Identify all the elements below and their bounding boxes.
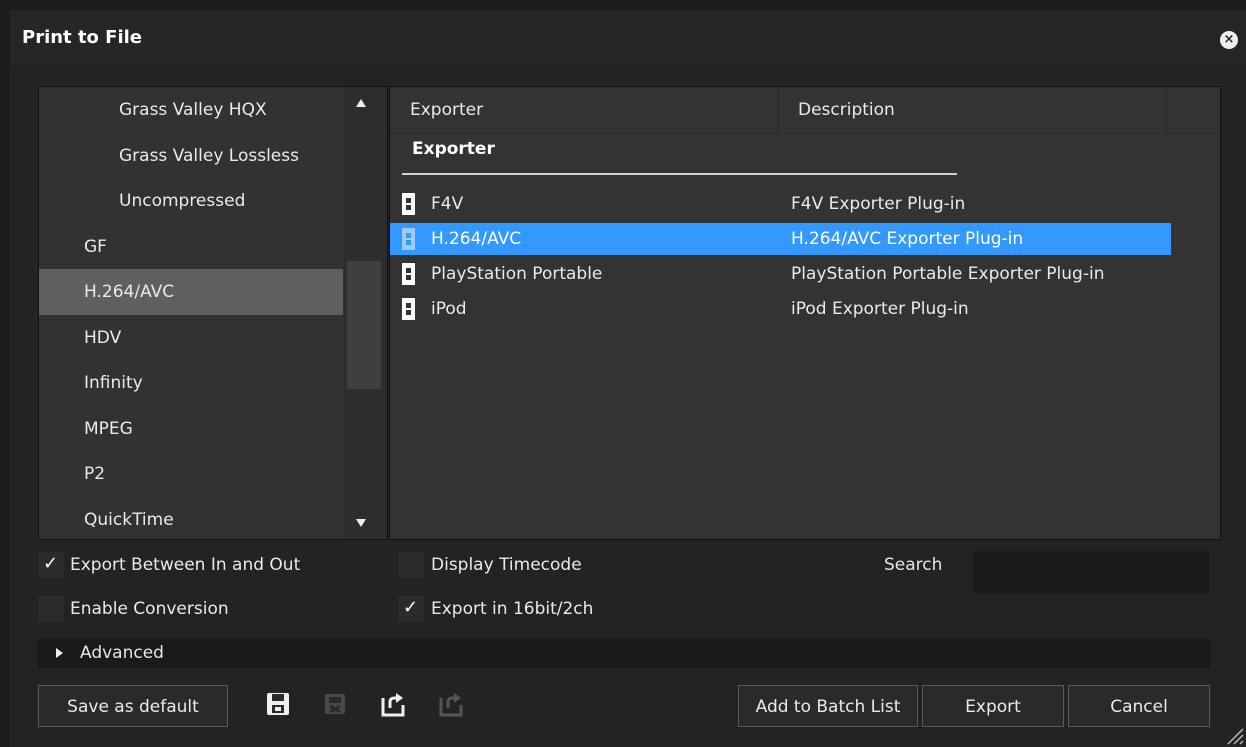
- column-header-exporter[interactable]: Exporter: [410, 87, 483, 133]
- exporter-name-cell: F4V: [431, 194, 464, 214]
- group-divider: [402, 173, 957, 175]
- save-as-default-button[interactable]: Save as default: [38, 685, 228, 727]
- import-preset-icon[interactable]: [380, 691, 406, 717]
- add-to-batch-list-button[interactable]: Add to Batch List: [738, 685, 918, 727]
- table-row[interactable]: F4V F4V Exporter Plug-in: [390, 188, 1171, 220]
- column-divider[interactable]: [1166, 87, 1167, 133]
- print-to-file-dialog: Print to File × Grass Valley HQX Grass Va…: [0, 0, 1246, 747]
- search-input[interactable]: [973, 551, 1210, 594]
- advanced-section-toggle[interactable]: Advanced: [38, 639, 1210, 668]
- scrollbar-thumb[interactable]: [347, 261, 381, 389]
- export-16bit-label[interactable]: Export in 16bit/2ch: [431, 599, 593, 619]
- export-between-label[interactable]: Export Between In and Out: [70, 555, 300, 575]
- enable-conversion-label[interactable]: Enable Conversion: [70, 599, 229, 619]
- exporter-name-cell: PlayStation Portable: [431, 264, 603, 284]
- cancel-button[interactable]: Cancel: [1068, 685, 1210, 727]
- scroll-up-icon[interactable]: [356, 99, 366, 107]
- table-row[interactable]: PlayStation Portable PlayStation Portable…: [390, 258, 1171, 290]
- format-list-item[interactable]: MPEG: [39, 406, 343, 452]
- film-strip-icon: [402, 298, 415, 320]
- format-list-item[interactable]: P2: [39, 451, 343, 497]
- format-list-item[interactable]: GF: [39, 224, 343, 270]
- scroll-down-icon[interactable]: [356, 519, 366, 527]
- export-button[interactable]: Export: [922, 685, 1064, 727]
- format-list-item[interactable]: Grass Valley Lossless: [39, 133, 343, 179]
- column-divider[interactable]: [778, 87, 779, 133]
- table-row[interactable]: H.264/AVC H.264/AVC Exporter Plug-in: [390, 223, 1171, 255]
- exporter-name-cell: iPod: [431, 299, 467, 319]
- format-list-item[interactable]: Uncompressed: [39, 178, 343, 224]
- format-list-item[interactable]: H.264/AVC: [39, 269, 343, 315]
- table-header: Exporter Description: [390, 87, 1220, 134]
- export-preset-icon[interactable]: [438, 691, 464, 717]
- resize-grip-icon[interactable]: [1224, 725, 1244, 745]
- format-list-scrollbar[interactable]: [344, 87, 387, 539]
- format-list-item[interactable]: Infinity: [39, 360, 343, 406]
- advanced-label[interactable]: Advanced: [80, 643, 164, 663]
- search-label: Search: [884, 555, 943, 575]
- exporter-description-cell: H.264/AVC Exporter Plug-in: [791, 229, 1024, 249]
- close-icon[interactable]: ×: [1220, 31, 1238, 49]
- export-between-checkbox[interactable]: [38, 552, 64, 578]
- group-label: Exporter: [412, 139, 495, 159]
- format-list-item[interactable]: QuickTime: [39, 497, 343, 540]
- exporter-table: Exporter Description Exporter F4V F4V Exp…: [389, 86, 1221, 540]
- title-bar: Print to File ×: [10, 10, 1246, 66]
- film-strip-icon: [402, 263, 415, 285]
- film-strip-icon: [402, 228, 415, 250]
- delete-preset-icon[interactable]: [322, 691, 348, 717]
- exporter-name-cell: H.264/AVC: [431, 229, 522, 249]
- format-list[interactable]: Grass Valley HQX Grass Valley Lossless Unc…: [38, 86, 388, 540]
- column-header-description[interactable]: Description: [798, 87, 895, 133]
- expand-arrow-icon[interactable]: [56, 648, 63, 658]
- format-list-item[interactable]: HDV: [39, 315, 343, 361]
- table-row[interactable]: iPod iPod Exporter Plug-in: [390, 293, 1171, 325]
- display-timecode-checkbox[interactable]: [398, 552, 424, 578]
- enable-conversion-checkbox[interactable]: [38, 596, 64, 622]
- exporter-description-cell: F4V Exporter Plug-in: [791, 194, 966, 214]
- export-16bit-checkbox[interactable]: [398, 596, 424, 622]
- exporter-description-cell: iPod Exporter Plug-in: [791, 299, 969, 319]
- format-list-item[interactable]: Grass Valley HQX: [39, 87, 343, 133]
- film-strip-icon: [402, 193, 415, 215]
- exporter-description-cell: PlayStation Portable Exporter Plug-in: [791, 264, 1105, 284]
- dialog-title: Print to File: [22, 27, 143, 48]
- dialog-body: Grass Valley HQX Grass Valley Lossless Unc…: [10, 66, 1246, 747]
- save-icon[interactable]: [265, 691, 291, 717]
- display-timecode-label[interactable]: Display Timecode: [431, 555, 582, 575]
